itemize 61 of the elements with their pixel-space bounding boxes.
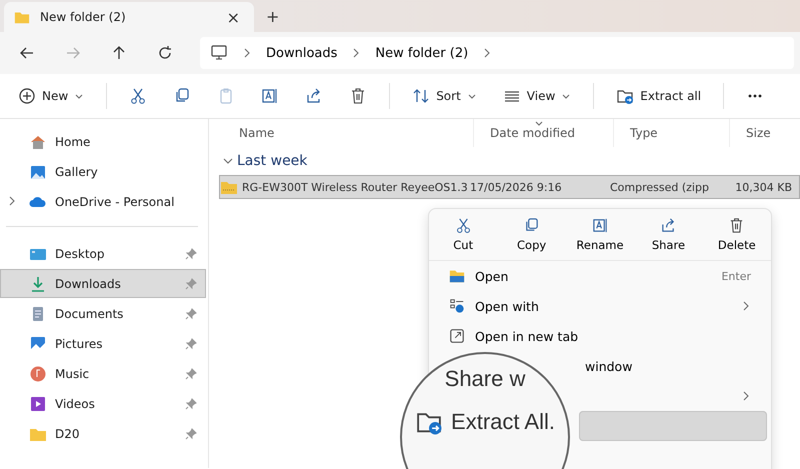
group-header: Last week: [237, 153, 308, 169]
menu-item[interactable]: Open with: [433, 291, 767, 321]
share-icon: [660, 217, 677, 234]
sidebar-item[interactable]: Desktop: [0, 239, 206, 268]
delete-action[interactable]: Delete: [702, 213, 772, 256]
chevron-icon: [482, 48, 492, 58]
music-icon: [29, 364, 47, 382]
magnified-text: Extract All.: [451, 409, 555, 435]
menu-item[interactable]: Open in new tab: [433, 321, 767, 351]
scissors-icon: [454, 217, 472, 234]
shortcut-text: Enter: [721, 270, 751, 282]
type-cell-text: Compressed (zipp: [610, 180, 710, 194]
new-tab-icon: [449, 328, 465, 344]
sidebar-item[interactable]: Pictures: [0, 329, 206, 358]
share-action[interactable]: Share: [634, 213, 703, 256]
column-header[interactable]: Size: [729, 119, 799, 147]
menu-item[interactable]: window: [579, 351, 767, 381]
chevron-icon: [351, 48, 362, 58]
computer-icon: [210, 44, 228, 62]
chevron-icon: [242, 48, 252, 58]
sidebar-item[interactable]: Music: [0, 359, 206, 388]
tab-title: New folder (2): [40, 10, 127, 24]
sidebar-item[interactable]: Gallery: [0, 157, 206, 186]
sidebar-item[interactable]: Documents: [0, 299, 206, 328]
sort-icon: [412, 87, 430, 105]
breadcrumb-item[interactable]: New folder (2): [375, 46, 468, 60]
column-header[interactable]: Name: [223, 119, 473, 147]
view-button[interactable]: View: [492, 83, 582, 109]
tab[interactable]: New folder (2) ×: [4, 2, 254, 32]
column-header[interactable]: Date modified: [473, 119, 613, 147]
collapse-icon[interactable]: [223, 156, 233, 166]
sidebar-item[interactable]: OneDrive - Personal: [0, 187, 206, 216]
breadcrumb-item[interactable]: Downloads: [266, 46, 338, 60]
column-header[interactable]: Type: [613, 119, 729, 147]
download-icon: [29, 274, 47, 292]
sidebar-item[interactable]: D20: [0, 419, 206, 448]
close-tab-button[interactable]: ×: [222, 8, 244, 26]
rename-action[interactable]: Rename: [566, 213, 634, 256]
menu-item[interactable]: Open Enter: [433, 261, 767, 291]
magnified-text: Share w: [444, 366, 526, 392]
sidebar-item[interactable]: Downloads: [0, 269, 206, 298]
cut-action[interactable]: Cut: [429, 213, 498, 256]
extract-button[interactable]: Extract all: [606, 83, 712, 109]
file-row[interactable]: RG-EW300T Wireless Router ReyeeOS1.3 17/05/2026 9:16 Compressed (zipp 10,304 KB: [219, 175, 800, 199]
date-cell-text: 17/05/2026 9:16: [470, 180, 563, 194]
new-button[interactable]: New: [8, 83, 94, 109]
new-tab-button[interactable]: +: [262, 6, 284, 26]
sidebar-item[interactable]: Home: [0, 127, 206, 156]
copy-icon: [523, 217, 540, 234]
video-icon: [29, 394, 47, 412]
folder-icon: [449, 268, 465, 284]
sidebar-item[interactable]: Videos: [0, 389, 206, 418]
rename-icon: [592, 217, 609, 234]
sort-button[interactable]: Sort: [402, 83, 487, 109]
open-with-icon: [449, 298, 465, 314]
file-name: RG-EW300T Wireless Router ReyeeOS1.3: [242, 180, 468, 194]
copy-action[interactable]: Copy: [497, 213, 566, 256]
size-cell-text: 10,304 KB: [734, 180, 793, 194]
plus-circle-icon: [18, 87, 36, 105]
expand-icon[interactable]: [7, 196, 17, 206]
address-bar[interactable]: Downloads New folder (2): [200, 37, 794, 69]
